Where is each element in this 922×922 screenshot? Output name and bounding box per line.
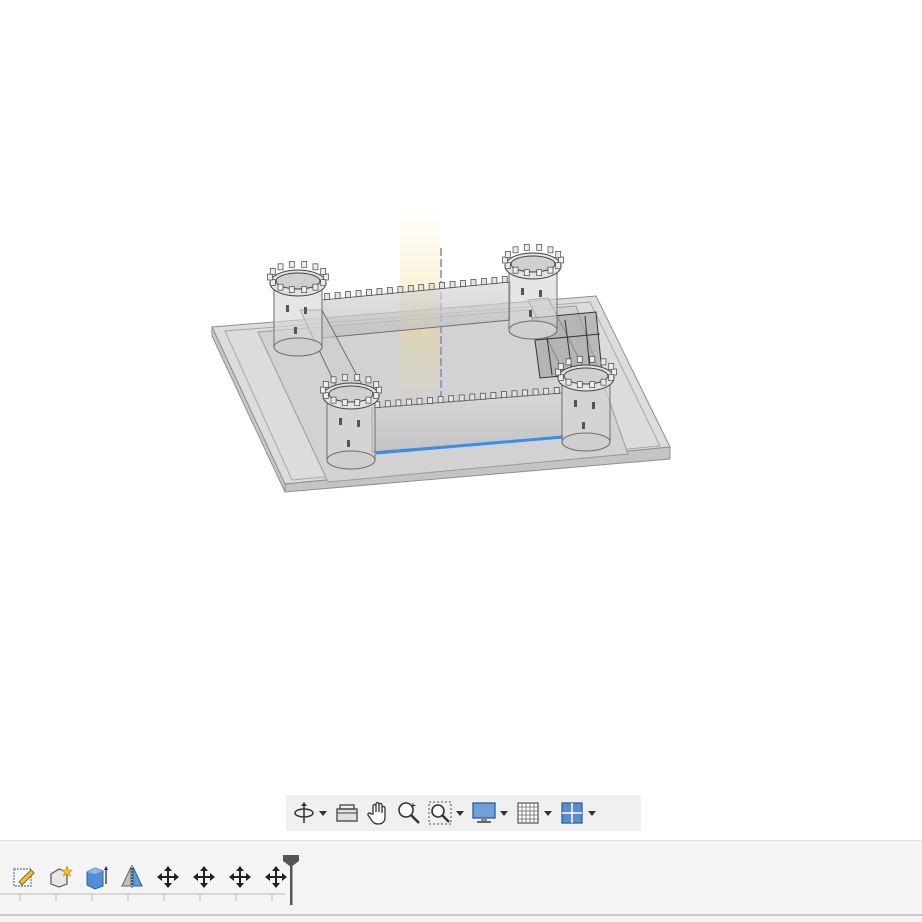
move-icon: [193, 866, 215, 888]
pan-hand-icon: [367, 801, 386, 825]
tower-2: [502, 243, 564, 340]
window-bottom-border: [0, 914, 922, 916]
move-icon: [229, 866, 251, 888]
form-icon: [50, 865, 73, 888]
viewports-button[interactable]: [559, 798, 598, 828]
grid-dropdown-caret[interactable]: [544, 810, 552, 816]
grid-snaps-icon: [517, 802, 539, 824]
orbit-icon: [294, 802, 314, 823]
timeline-marker[interactable]: [283, 855, 299, 905]
display-settings-button[interactable]: [471, 798, 510, 828]
orbit-button[interactable]: [292, 798, 329, 828]
move-icon: [157, 866, 179, 888]
tower-4: [555, 355, 617, 452]
tower-1: [267, 260, 329, 357]
sketch-icon: [13, 868, 35, 887]
orbit-dropdown-caret[interactable]: [319, 810, 327, 816]
tower-3: [320, 373, 382, 470]
mirror-icon: [121, 865, 143, 889]
timeline-feature-mirror[interactable]: [114, 859, 150, 895]
timeline-track: [0, 893, 285, 901]
fit-window-icon: [428, 801, 452, 825]
zoom-icon: [398, 802, 420, 824]
viewports-dropdown-caret[interactable]: [588, 810, 596, 816]
timeline-feature-extrude[interactable]: [78, 859, 114, 895]
fit-window-button[interactable]: [427, 798, 466, 828]
display-dropdown-caret[interactable]: [500, 810, 508, 816]
timeline-features: [6, 859, 294, 895]
timeline-feature-form[interactable]: [42, 859, 78, 895]
look-at-icon: [336, 804, 358, 822]
grid-snaps-button[interactable]: [515, 798, 554, 828]
pan-button[interactable]: [365, 798, 391, 828]
look-at-button[interactable]: [334, 798, 360, 828]
display-settings-icon: [472, 802, 496, 823]
timeline-feature-move-2[interactable]: [186, 859, 222, 895]
timeline-feature-sketch[interactable]: [6, 859, 42, 895]
fit-dropdown-caret[interactable]: [456, 810, 464, 816]
timeline-feature-move-3[interactable]: [222, 859, 258, 895]
castle-model[interactable]: [0, 0, 922, 840]
navigation-toolbar: [286, 795, 641, 831]
extrude-icon: [86, 866, 108, 890]
3d-viewport[interactable]: [0, 0, 922, 840]
viewports-icon: [561, 802, 583, 824]
zoom-button[interactable]: [396, 798, 422, 828]
timeline: [0, 840, 922, 922]
timeline-feature-move-1[interactable]: [150, 859, 186, 895]
